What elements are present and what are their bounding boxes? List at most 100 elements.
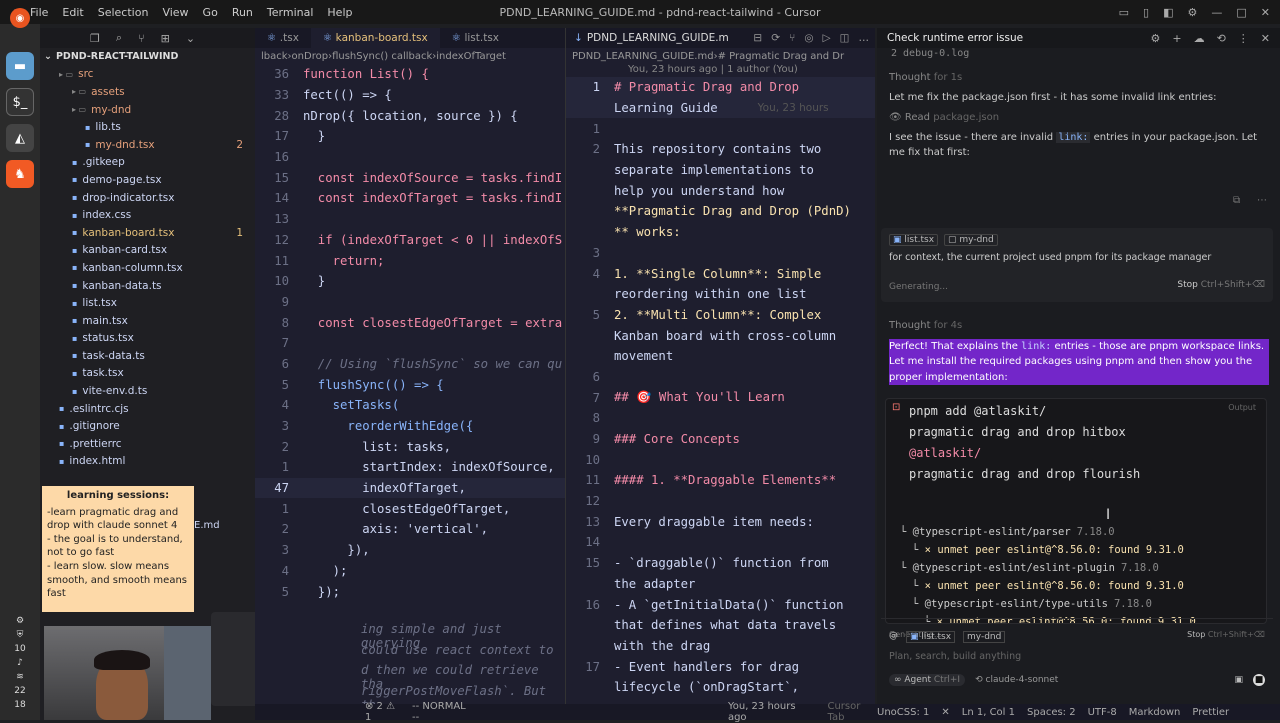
bell-icon[interactable]: ✕ <box>941 707 949 718</box>
breadcrumb-item[interactable]: PDND_LEARNING_GUIDE.md <box>572 51 714 62</box>
codelens-blame[interactable]: You, 23 hours ago | 1 author (You) <box>566 64 875 77</box>
language-mode[interactable]: Markdown <box>1129 707 1181 718</box>
file-item[interactable]: ▪ .gitkeep <box>40 154 255 172</box>
file-item[interactable]: ▪ status.tsx <box>40 330 255 348</box>
chat-input-box[interactable]: @ ▣ list.tsx my-dnd Plan, search, build … <box>881 618 1273 690</box>
editor-tab[interactable]: ⚛ .tsx <box>255 28 311 48</box>
file-item[interactable]: ▪ list.tsx <box>40 294 255 312</box>
settings-icon[interactable]: ⚙ <box>1150 32 1160 45</box>
encoding[interactable]: UTF-8 <box>1088 707 1117 718</box>
more-actions-icon[interactable]: ⋯ <box>1257 195 1267 206</box>
breadcrumb-item[interactable]: lback <box>261 51 288 62</box>
image-icon[interactable]: ▣ <box>1234 675 1243 685</box>
file-item[interactable]: ▪ kanban-card.tsx <box>40 242 255 260</box>
thought-row[interactable]: Thought for 1s <box>889 70 1268 85</box>
terminal-icon[interactable]: $_ <box>6 88 34 116</box>
breadcrumb-item[interactable]: indexOfTarget <box>436 51 506 62</box>
read-file-row[interactable]: 👁 Read package.json <box>889 110 1268 125</box>
breadcrumb-item[interactable]: onDrop <box>292 51 329 62</box>
source-control-icon[interactable]: ⑂ <box>138 32 145 45</box>
project-root[interactable]: ⌄ PDND-REACT-TAILWIND <box>40 48 255 66</box>
sidebar-icon[interactable]: ◧ <box>1163 6 1173 19</box>
layout-icon[interactable]: ▭ <box>1119 6 1129 19</box>
editor-tab[interactable]: ⚛ kanban-board.tsx <box>310 28 440 48</box>
model-select[interactable]: ⟲ claude-4-sonnet <box>975 675 1058 685</box>
folder-item[interactable]: ▸ ▭ assets <box>40 83 255 101</box>
history-icon[interactable]: ⟳ <box>771 32 780 44</box>
menu-item-help[interactable]: Help <box>327 6 352 19</box>
output-label[interactable]: Output <box>1228 403 1256 412</box>
menu-item-edit[interactable]: Edit <box>62 6 83 19</box>
file-item[interactable]: ▪ kanban-board.tsx 1 <box>40 224 255 242</box>
file-item[interactable]: ▪ drop-indicator.tsx <box>40 189 255 207</box>
file-item[interactable]: ▪ index.html <box>40 453 255 471</box>
menu-item-view[interactable]: View <box>162 6 188 19</box>
file-item[interactable]: ▪ lib.ts <box>40 118 255 136</box>
file-item[interactable]: ▪ .prettierrc <box>40 435 255 453</box>
editor-tab[interactable]: ⚛ list.tsx <box>440 28 511 48</box>
file-item[interactable]: ▪ index.css <box>40 206 255 224</box>
close-icon[interactable]: ✕ <box>1261 6 1270 19</box>
stop-icon[interactable]: ■ <box>1253 674 1265 686</box>
markdown-area[interactable]: 1 # Pragmatic Drag and Drop Learning Guide… <box>566 77 875 698</box>
extensions-icon[interactable]: ⊞ <box>161 32 170 45</box>
breadcrumb-item[interactable]: flushSync() callback <box>332 51 432 62</box>
file-item[interactable]: ▪ kanban-column.tsx <box>40 259 255 277</box>
agent-mode-select[interactable]: ∞ Agent Ctrl+I <box>889 674 966 686</box>
chat-input[interactable]: Plan, search, build anything <box>889 651 1265 662</box>
at-mention-icon[interactable]: @ <box>889 631 898 643</box>
menu-item-go[interactable]: Go <box>203 6 218 19</box>
chevron-down-icon[interactable]: ⌄ <box>186 32 195 45</box>
folder-item[interactable]: ▸ ▭ my-dnd <box>40 101 255 119</box>
files-icon[interactable]: ▬ <box>6 52 34 80</box>
minimize-icon[interactable]: — <box>1211 6 1222 19</box>
gear-icon[interactable]: ⚙ <box>1188 6 1198 19</box>
breadcrumb-item[interactable]: # Pragmatic Drag and Dr <box>718 51 845 62</box>
file-item[interactable]: ▪ kanban-data.ts <box>40 277 255 295</box>
panel-icon[interactable]: ▯ <box>1143 6 1149 19</box>
files-tab-icon[interactable]: ❐ <box>90 32 100 45</box>
unocss-status[interactable]: UnoCSS: 1 <box>877 707 929 718</box>
menu-item-run[interactable]: Run <box>232 6 253 19</box>
file-item[interactable]: ▪ my-dnd.tsx 2 <box>40 136 255 154</box>
file-item[interactable]: ▪ demo-page.tsx <box>40 171 255 189</box>
code-area[interactable]: 36 function List() {33 fect(() => {28 nDrop… <box>255 64 565 602</box>
stop-button[interactable]: Stop Ctrl+Shift+⌫ <box>1177 280 1265 290</box>
folder-item[interactable]: ▸ ▭ src <box>40 66 255 84</box>
more-icon[interactable]: … <box>859 32 870 44</box>
menu-item-file[interactable]: File <box>30 6 48 19</box>
file-item[interactable]: ▪ task.tsx <box>40 365 255 383</box>
tab-pdnd-guide[interactable]: PDND_LEARNING_GUIDE.m <box>587 32 729 44</box>
volume-icon[interactable]: ♪ <box>17 658 23 668</box>
context-chip-list[interactable]: ▣ list.tsx <box>889 234 939 246</box>
ubuntu-icon[interactable]: ◉ <box>10 8 30 28</box>
menu-item-selection[interactable]: Selection <box>98 6 149 19</box>
search-icon[interactable]: ⌕ <box>116 31 122 45</box>
compare-icon[interactable]: ⊟ <box>753 32 762 44</box>
indentation[interactable]: Spaces: 2 <box>1027 707 1076 718</box>
file-item[interactable]: ▪ vite-env.d.ts <box>40 382 255 400</box>
file-item[interactable]: ▪ task-data.ts <box>40 347 255 365</box>
menu-item-terminal[interactable]: Terminal <box>267 6 314 19</box>
shield-tray-icon[interactable]: ⛨ <box>17 630 24 640</box>
cursor-position[interactable]: Ln 1, Col 1 <box>962 707 1015 718</box>
brave-icon[interactable]: ♞ <box>6 160 34 188</box>
prettier-status[interactable]: Prettier <box>1192 707 1229 718</box>
more-icon[interactable]: ⋮ <box>1238 32 1249 45</box>
thought-row-2[interactable]: Thought for 4s <box>889 318 1269 334</box>
file-item[interactable]: ▪ .gitignore <box>40 417 255 435</box>
context-chip-dnd-2[interactable]: my-dnd <box>963 631 1006 643</box>
open-changes-icon[interactable]: ◎ <box>804 32 813 44</box>
copy-icon[interactable]: ⧉ <box>1233 195 1240 206</box>
close-icon[interactable]: ✕ <box>1261 32 1270 45</box>
wifi-icon[interactable]: ≋ <box>16 672 24 682</box>
split-icon[interactable]: ◫ <box>840 32 850 44</box>
preview-icon[interactable]: ▷ <box>823 32 831 44</box>
context-chip-dnd[interactable]: ▢ my-dnd <box>944 234 998 246</box>
cursor-app-icon[interactable]: ◭ <box>6 124 34 152</box>
user-message-box[interactable]: ▣ list.tsx ▢ my-dnd for context, the cur… <box>881 228 1273 302</box>
settings-tray-icon[interactable]: ⚙ <box>16 616 24 626</box>
new-chat-icon[interactable]: + <box>1172 32 1181 45</box>
cloud-icon[interactable]: ☁ <box>1194 32 1205 45</box>
maximize-icon[interactable]: □ <box>1236 6 1246 19</box>
